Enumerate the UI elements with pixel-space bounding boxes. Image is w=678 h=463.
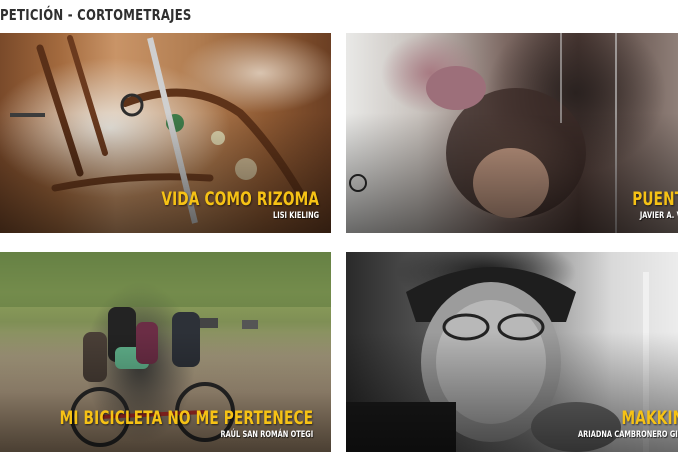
film-title[interactable]: PUENT [632,188,678,210]
film-card-mi-bicicleta-no-me-pertenece[interactable]: MI BICICLETA NO ME PERTENECE RAÚL SAN RO… [0,252,331,452]
film-caption: MAKKIN ARIADNA CAMBRONERO GIM [548,407,678,440]
film-caption: MI BICICLETA NO ME PERTENECE RAÚL SAN RO… [0,407,313,440]
film-director: RAÚL SAN ROMÁN OTEGI [220,430,313,440]
section-title: PETICIÓN - CORTOMETRAJES [0,6,192,24]
film-card-puent[interactable]: PUENT JAVIER A. VI [346,33,678,233]
film-director: ARIADNA CAMBRONERO GIM [577,430,678,440]
film-card-vida-como-rizoma[interactable]: VIDA COMO RIZOMA LISI KIELING [0,33,331,233]
film-caption: VIDA COMO RIZOMA LISI KIELING [100,188,319,221]
film-title[interactable]: VIDA COMO RIZOMA [161,188,319,210]
film-director: LISI KIELING [272,211,319,221]
film-director: JAVIER A. VI [639,211,678,221]
film-title[interactable]: MAKKIN [586,407,678,429]
film-caption: PUENT JAVIER A. VI [612,188,678,221]
film-title[interactable]: MI BICICLETA NO ME PERTENECE [59,407,313,429]
film-card-makkin[interactable]: MAKKIN ARIADNA CAMBRONERO GIM [346,252,678,452]
